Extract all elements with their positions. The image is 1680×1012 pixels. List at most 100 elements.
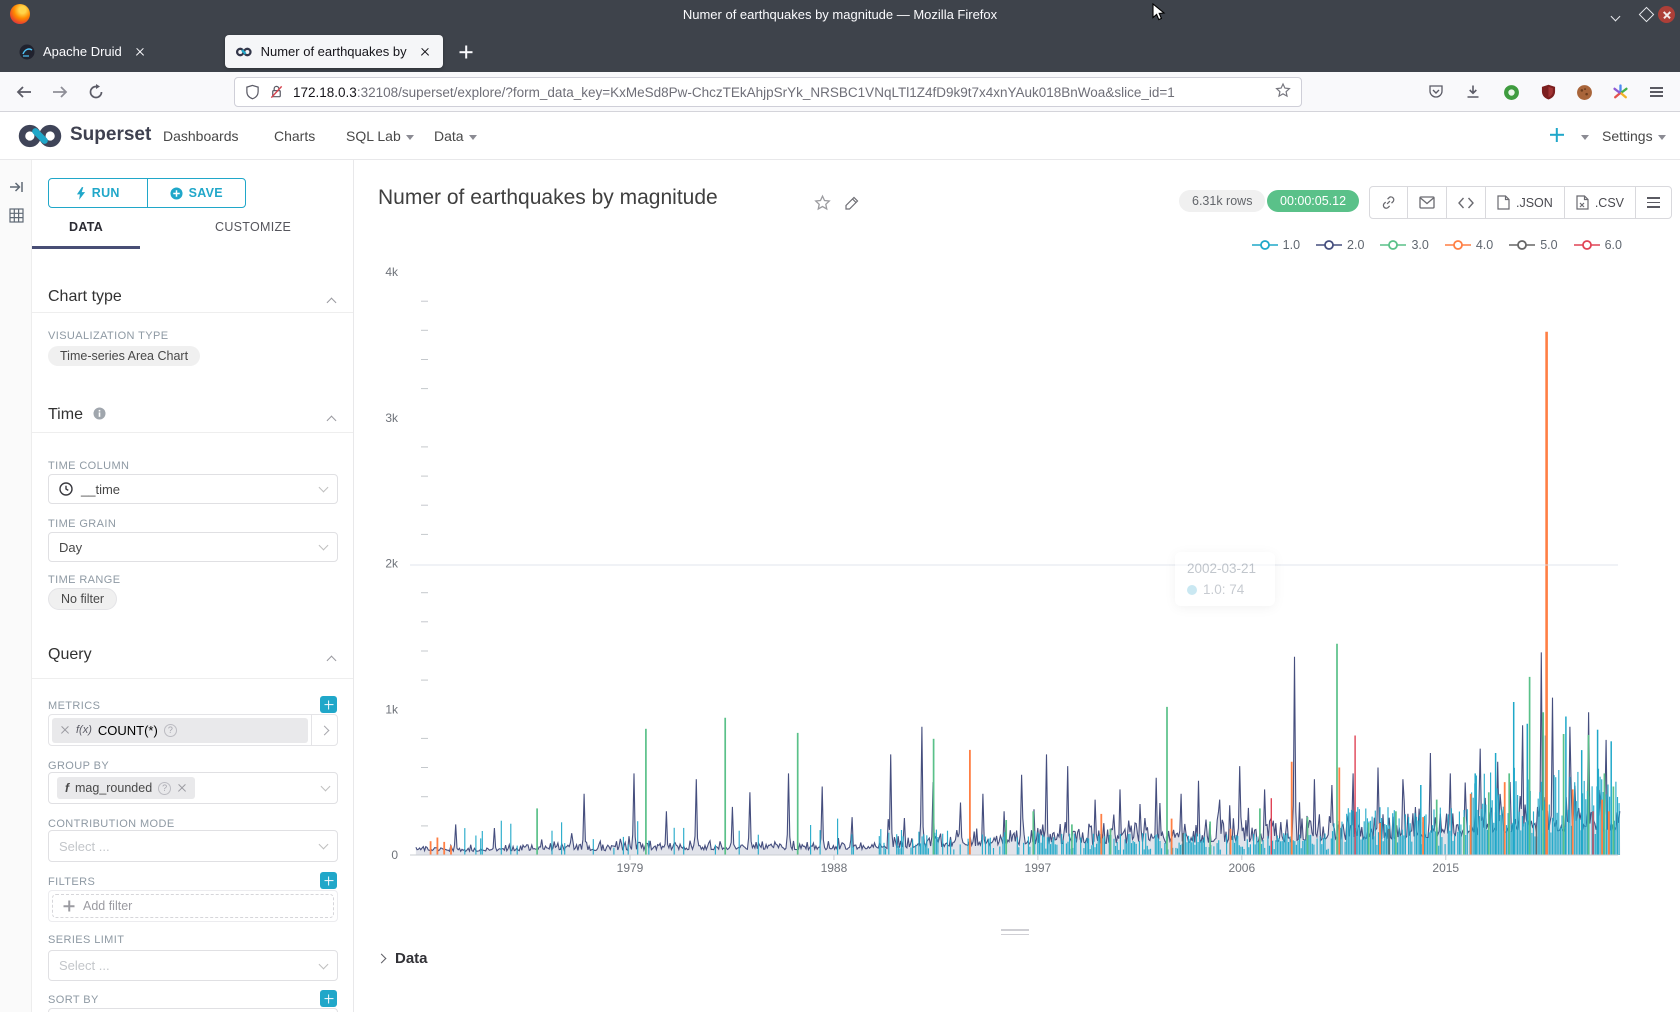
tab-close-icon[interactable] (417, 44, 433, 60)
lock-insecure-icon[interactable] (269, 84, 284, 100)
url-bar[interactable]: 172.18.0.3:32108/superset/explore/?form_… (234, 77, 1302, 107)
function-icon: f (65, 781, 69, 795)
edit-title-icon[interactable] (844, 195, 860, 211)
nav-data[interactable]: Data (434, 128, 477, 144)
legend-marker-icon (1445, 240, 1471, 250)
legend-item-6.0[interactable]: 6.0 (1574, 238, 1622, 252)
viz-type-pill[interactable]: Time-series Area Chart (48, 346, 200, 366)
remove-chip-icon[interactable] (177, 783, 187, 793)
legend-marker-icon (1380, 240, 1406, 250)
run-save-group: RUN SAVE (48, 178, 246, 208)
time-column-select[interactable]: __time (48, 474, 338, 504)
collapse-section-icon[interactable] (328, 651, 335, 669)
run-button[interactable]: RUN (49, 179, 147, 207)
series-dot-icon (1187, 585, 1197, 595)
data-panel-toggle[interactable]: Data (378, 950, 428, 967)
extension-green-icon[interactable] (1499, 80, 1523, 104)
legend-marker-icon (1316, 240, 1342, 250)
contribution-mode-label: CONTRIBUTION MODE (48, 818, 175, 830)
reload-icon[interactable] (84, 80, 108, 104)
copy-link-button[interactable] (1370, 187, 1407, 218)
pocket-icon[interactable] (1424, 80, 1448, 104)
add-metric-button[interactable] (320, 696, 337, 713)
section-query: Query (48, 646, 92, 664)
embed-code-button[interactable] (1446, 187, 1485, 218)
chart-menu-button[interactable] (1635, 187, 1671, 218)
nav-charts[interactable]: Charts (274, 128, 315, 144)
download-icon[interactable] (1461, 80, 1485, 104)
add-sort-button[interactable] (320, 990, 337, 1007)
container-pinwheel-icon[interactable] (1608, 80, 1632, 104)
url-path: :32108/superset/explore/?form_data_key=K… (357, 85, 1175, 100)
chevron-down-icon (1576, 128, 1589, 144)
add-filter-button[interactable]: Add filter (52, 894, 334, 918)
collapse-section-icon[interactable] (328, 411, 335, 429)
tab-data[interactable]: DATA (69, 220, 103, 234)
menu-hamburger-icon[interactable] (1644, 80, 1668, 104)
nav-sql-lab[interactable]: SQL Lab (346, 128, 414, 144)
chevron-down-icon (321, 782, 331, 792)
window-minimize-button[interactable] (1612, 7, 1619, 25)
metric-chip[interactable]: f(x) COUNT(*) ? (52, 718, 308, 743)
legend-item-2.0[interactable]: 2.0 (1316, 238, 1364, 252)
nav-dashboards[interactable]: Dashboards (163, 128, 239, 144)
new-tab-button[interactable] (456, 42, 476, 62)
chevron-down-icon (319, 483, 329, 493)
ublock-shield-icon[interactable] (1536, 80, 1560, 104)
datasource-grid-icon[interactable] (9, 208, 24, 223)
favorite-star-icon[interactable] (814, 194, 831, 211)
filters-control: Add filter (48, 890, 338, 922)
nav-settings[interactable]: Settings (1602, 128, 1666, 144)
sort-by-select[interactable] (48, 1008, 338, 1012)
active-tab-indicator (32, 246, 140, 249)
export-csv-button[interactable]: .CSV (1564, 187, 1635, 218)
series-limit-select[interactable]: Select ... (48, 950, 338, 981)
query-timer-badge: 00:00:05.12 (1267, 190, 1359, 212)
save-button[interactable]: SAVE (147, 179, 246, 207)
chevron-down-icon (469, 135, 477, 140)
chevron-right-icon (377, 954, 387, 964)
chevron-down-icon (319, 840, 329, 850)
expand-panel-icon[interactable] (9, 180, 24, 194)
legend-item-4.0[interactable]: 4.0 (1445, 238, 1493, 252)
tooltip-date: 2002-03-21 (1187, 561, 1263, 576)
divider (32, 312, 354, 313)
brand-name[interactable]: Superset (70, 124, 151, 146)
groupby-select[interactable]: f mag_rounded ? (48, 772, 338, 804)
info-icon (93, 407, 106, 420)
legend-item-3.0[interactable]: 3.0 (1380, 238, 1428, 252)
resize-handle[interactable] (1001, 926, 1029, 938)
shield-icon[interactable] (245, 84, 260, 100)
add-filter-plus-button[interactable] (320, 872, 337, 889)
chart-main-area: Numer of earthquakes by magnitude 6.31k … (354, 160, 1680, 1012)
forward-icon[interactable] (48, 80, 72, 104)
time-grain-select[interactable]: Day (48, 532, 338, 562)
remove-metric-icon[interactable] (60, 725, 70, 735)
contribution-mode-select[interactable]: Select ... (48, 830, 338, 862)
tab-earthquakes-chart[interactable]: Numer of earthquakes by m (225, 35, 443, 68)
divider (32, 432, 354, 433)
collapse-section-icon[interactable] (328, 293, 335, 311)
tab-close-icon[interactable] (132, 44, 148, 60)
collapse-rail (0, 160, 32, 1012)
metric-control[interactable]: f(x) COUNT(*) ? (48, 714, 338, 746)
metrics-label: METRICS (48, 700, 100, 712)
legend-item-5.0[interactable]: 5.0 (1509, 238, 1557, 252)
back-icon[interactable] (12, 80, 36, 104)
email-button[interactable] (1407, 187, 1446, 218)
file-x-icon (1576, 195, 1589, 210)
export-json-button[interactable]: .JSON (1485, 187, 1564, 218)
tab-apache-druid[interactable]: Apache Druid (9, 35, 219, 68)
tab-customize[interactable]: CUSTOMIZE (215, 220, 291, 234)
expand-metric-icon[interactable] (311, 715, 337, 745)
section-chart-type: Chart type (48, 288, 122, 306)
bookmark-star-icon[interactable] (1275, 82, 1291, 103)
time-range-pill[interactable]: No filter (48, 588, 117, 610)
window-close-button[interactable] (1658, 6, 1675, 23)
chevron-down-icon (406, 135, 414, 140)
legend-marker-icon (1252, 240, 1278, 250)
groupby-chip[interactable]: f mag_rounded ? (57, 777, 195, 799)
legend-item-1.0[interactable]: 1.0 (1252, 238, 1300, 252)
add-new-button[interactable] (1549, 127, 1565, 143)
cookie-extension-icon[interactable] (1572, 80, 1596, 104)
